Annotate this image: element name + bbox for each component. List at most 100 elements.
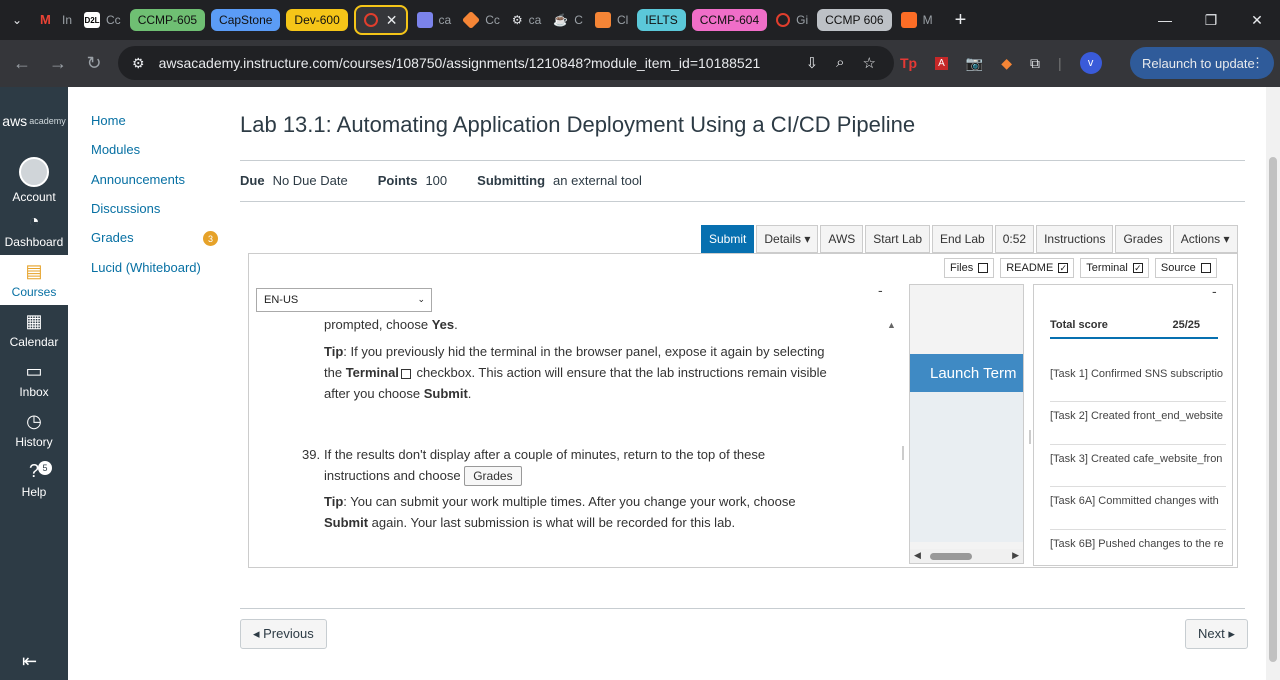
next-button[interactable]: Next ▸ bbox=[1185, 619, 1248, 649]
launch-terminal-button[interactable]: Launch Term bbox=[910, 354, 1023, 392]
pdf-extension-icon[interactable]: A bbox=[935, 56, 948, 70]
reload-icon[interactable]: ↻ bbox=[76, 53, 112, 74]
install-app-icon[interactable]: ⇩ bbox=[806, 54, 819, 72]
scrollbar-thumb[interactable] bbox=[1269, 157, 1277, 662]
files-checkbox[interactable] bbox=[978, 263, 989, 273]
nav-dashboard[interactable]: ◔ Dashboard bbox=[0, 205, 68, 255]
profile-avatar[interactable]: v bbox=[1079, 52, 1102, 74]
terminal-checkbox[interactable]: ✓ bbox=[1132, 263, 1143, 273]
course-nav-modules[interactable]: Modules bbox=[91, 142, 140, 157]
scrollbar-thumb[interactable] bbox=[930, 553, 972, 560]
panel-splitter[interactable] bbox=[1029, 430, 1031, 444]
site-info-icon[interactable]: ⚙ bbox=[132, 55, 145, 72]
source-toggle[interactable]: Source bbox=[1154, 258, 1217, 278]
close-window-icon[interactable]: ✕ bbox=[1234, 12, 1280, 29]
submit-button[interactable]: Submit bbox=[701, 225, 755, 253]
nav-courses[interactable]: ▤ Courses bbox=[0, 255, 68, 305]
tab-cup[interactable]: ☕ C bbox=[547, 6, 589, 34]
collapse-readme-icon[interactable]: - bbox=[878, 282, 883, 298]
page-scrollbar[interactable] bbox=[1266, 87, 1280, 680]
tab-canvas-2[interactable]: Gi bbox=[770, 6, 814, 34]
details-button[interactable]: Details ▾ bbox=[756, 225, 819, 253]
tab-d2l[interactable]: D2L Cc bbox=[78, 6, 127, 34]
tab-search-icon[interactable]: ⌄ bbox=[0, 0, 34, 40]
scroll-left-icon[interactable]: ◀ bbox=[914, 550, 921, 561]
language-select[interactable]: EN-US ⌄ bbox=[256, 288, 432, 312]
page-title: Lab 13.1: Automating Application Deploym… bbox=[240, 112, 916, 137]
grades-button[interactable]: Grades bbox=[1115, 225, 1171, 253]
lab-timer: 0:52 bbox=[994, 225, 1035, 253]
more-menu-icon[interactable]: ⋮ bbox=[1251, 55, 1264, 71]
extension-tp-icon[interactable]: Tp bbox=[900, 55, 917, 71]
nav-calendar[interactable]: ▦ Calendar bbox=[0, 305, 68, 355]
panel-toggles: Files README ✓ Terminal ✓ Source bbox=[944, 258, 1217, 278]
forward-icon[interactable]: → bbox=[40, 53, 76, 74]
metamask-extension-icon[interactable]: ◆ bbox=[1001, 55, 1012, 72]
score-item: [Task 6A] Committed changes with bbox=[1050, 495, 1219, 507]
canvas-icon bbox=[776, 13, 791, 27]
collapse-grades-icon[interactable]: - bbox=[1212, 285, 1217, 299]
start-lab-button[interactable]: Start Lab bbox=[865, 225, 930, 253]
files-toggle[interactable]: Files bbox=[944, 258, 995, 278]
d2l-icon: D2L bbox=[84, 12, 101, 28]
source-checkbox[interactable] bbox=[1200, 263, 1211, 273]
tab-tools[interactable]: ⚙ ca bbox=[506, 6, 547, 34]
address-bar[interactable]: ⚙ awsacademy.instructure.com/courses/108… bbox=[118, 46, 894, 80]
actions-button[interactable]: Actions ▾ bbox=[1172, 225, 1238, 253]
scroll-right-icon[interactable]: ▶ bbox=[1012, 550, 1019, 561]
aws-button[interactable]: AWS bbox=[820, 225, 864, 253]
lab-toolbar: Submit Details ▾ AWS Start Lab End Lab 0… bbox=[699, 225, 1238, 253]
relaunch-button[interactable]: Relaunch to update ⋮ bbox=[1130, 47, 1274, 79]
grades-inline-button[interactable]: Grades bbox=[464, 466, 522, 486]
scroll-up-icon[interactable]: ▲ bbox=[887, 320, 896, 330]
terminal-checkbox-inline-icon bbox=[400, 368, 411, 379]
new-tab-icon[interactable]: + bbox=[955, 9, 967, 32]
collapse-nav-icon[interactable]: ⇤ bbox=[22, 651, 37, 672]
tab-group-dev600[interactable]: Dev-600 bbox=[286, 9, 348, 31]
nav-inbox[interactable]: ▭ Inbox bbox=[0, 355, 68, 405]
terminal-scrollbar[interactable]: ◀ ▶ bbox=[910, 549, 1023, 563]
back-icon[interactable]: ← bbox=[4, 53, 40, 74]
dashboard-icon: ◔ bbox=[28, 211, 40, 231]
nav-account[interactable]: Account bbox=[0, 155, 68, 205]
course-nav-announcements[interactable]: Announcements bbox=[91, 172, 185, 187]
tab-gmail[interactable]: M In bbox=[34, 6, 78, 34]
previous-button[interactable]: ◂ Previous bbox=[240, 619, 327, 649]
tab-group-ielts[interactable]: IELTS bbox=[637, 9, 686, 31]
nav-history[interactable]: ◷ History bbox=[0, 405, 68, 455]
restore-icon[interactable]: ❐ bbox=[1188, 12, 1234, 29]
inbox-icon: ▭ bbox=[25, 361, 43, 381]
close-tab-icon[interactable]: ✕ bbox=[386, 12, 398, 29]
tab-calculator[interactable]: ca bbox=[411, 6, 458, 34]
tab-diagram[interactable]: Cl bbox=[589, 6, 634, 34]
readme-checkbox[interactable]: ✓ bbox=[1058, 263, 1069, 273]
bookmark-star-icon[interactable]: ☆ bbox=[863, 54, 876, 72]
tab-group-ccmp604[interactable]: CCMP-604 bbox=[691, 9, 768, 31]
readme-toggle[interactable]: README ✓ bbox=[1000, 258, 1075, 278]
tab-group-ccmp606[interactable]: CCMP 606 bbox=[817, 9, 892, 31]
panel-splitter[interactable] bbox=[902, 446, 904, 460]
tab-aws-cube[interactable]: Cc bbox=[457, 6, 506, 34]
zoom-icon[interactable]: ⌕ bbox=[836, 54, 844, 72]
course-nav-grades[interactable]: Grades bbox=[91, 230, 134, 245]
score-item: [Task 3] Created cafe_website_fron bbox=[1050, 453, 1223, 465]
aws-academy-logo[interactable]: aws academy bbox=[0, 87, 68, 155]
course-nav-lucid[interactable]: Lucid (Whiteboard) bbox=[91, 260, 201, 275]
course-nav-home[interactable]: Home bbox=[91, 113, 126, 128]
instructions-button[interactable]: Instructions bbox=[1036, 225, 1114, 253]
tab-active-canvas[interactable]: ✕ bbox=[353, 5, 408, 35]
tab-gitlab[interactable]: M bbox=[895, 6, 939, 34]
divider bbox=[1050, 444, 1226, 445]
minimize-icon[interactable]: — bbox=[1142, 12, 1188, 28]
score-item: [Task 1] Confirmed SNS subscriptio bbox=[1050, 368, 1224, 380]
tab-group-ccmp605[interactable]: CCMP-605 bbox=[129, 9, 206, 31]
end-lab-button[interactable]: End Lab bbox=[932, 225, 993, 253]
terminal-toggle[interactable]: Terminal ✓ bbox=[1080, 258, 1149, 278]
nav-help[interactable]: ? 5 Help bbox=[0, 455, 68, 505]
terminal-area bbox=[910, 392, 1023, 542]
cup-icon: ☕ bbox=[553, 13, 569, 27]
extensions-puzzle-icon[interactable]: ⧉ bbox=[1030, 55, 1040, 72]
course-nav-discussions[interactable]: Discussions bbox=[91, 201, 160, 216]
tab-group-capstone[interactable]: CapStone bbox=[211, 9, 281, 31]
camera-extension-icon[interactable]: 📷 bbox=[966, 55, 983, 72]
